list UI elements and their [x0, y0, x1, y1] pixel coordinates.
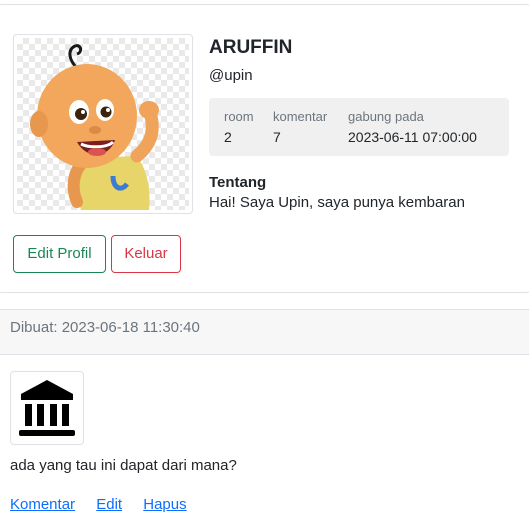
- post-created-date: Dibuat: 2023-06-18 11:30:40: [10, 319, 200, 336]
- stat-joined: gabung pada 2023-06-11 07:00:00: [348, 109, 477, 145]
- profile-name: ARUFFIN: [209, 37, 293, 58]
- post-actions: Komentar Edit Hapus: [10, 496, 204, 513]
- edit-link[interactable]: Edit: [96, 496, 122, 513]
- stat-value: 7: [273, 129, 281, 145]
- profile-stats: room 2 komentar 7 gabung pada 2023-06-11…: [209, 98, 509, 156]
- stat-label: komentar: [273, 109, 328, 124]
- stat-label: room: [224, 109, 254, 124]
- about-title: Tentang: [209, 174, 267, 191]
- profile-card: ARUFFIN @upin room 2 komentar 7 gabung p…: [0, 4, 529, 293]
- post-image: [10, 371, 84, 445]
- bank-building-icon: [19, 380, 75, 436]
- character-illustration: [30, 44, 159, 210]
- stat-value: 2: [224, 129, 232, 145]
- profile-username: @upin: [209, 67, 253, 84]
- stat-komentar: komentar 7: [273, 109, 327, 145]
- stat-label: gabung pada: [348, 109, 424, 124]
- about-text: Hai! Saya Upin, saya punya kembaran: [209, 194, 465, 211]
- post-text: ada yang tau ini dapat dari mana?: [10, 457, 237, 474]
- stat-value: 2023-06-11 07:00:00: [348, 129, 477, 145]
- logout-button[interactable]: Keluar: [111, 235, 181, 273]
- edit-profile-button[interactable]: Edit Profil: [13, 235, 106, 273]
- stat-room: room 2: [224, 109, 254, 145]
- avatar: [13, 34, 193, 214]
- delete-link[interactable]: Hapus: [143, 496, 186, 513]
- comment-link[interactable]: Komentar: [10, 496, 75, 513]
- post-header: Dibuat: 2023-06-18 11:30:40: [0, 309, 529, 355]
- avatar-image: [17, 38, 189, 210]
